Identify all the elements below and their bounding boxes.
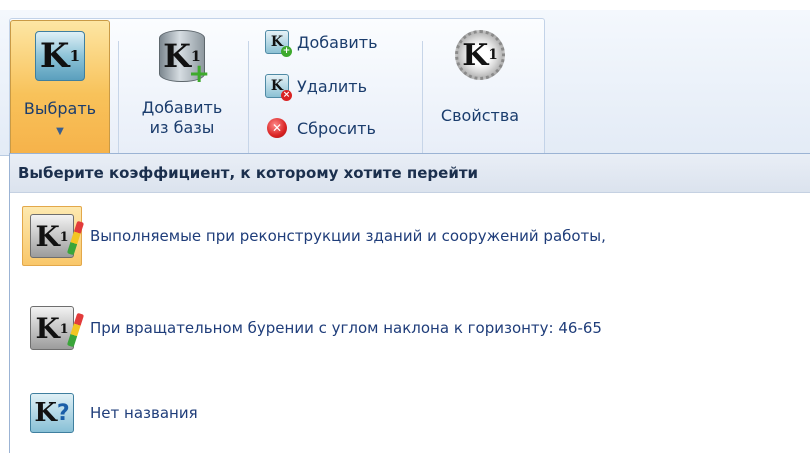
properties-button[interactable]: K1 Свойства [425,20,535,156]
coefficient-dropdown-menu: Выберите коэффициент, к которому хотите … [9,153,810,453]
group-separator [422,41,423,159]
menu-item-reconstruction[interactable]: K1 Выполняемые при реконструкции зданий … [10,204,810,268]
chevron-down-icon[interactable]: ▼ [56,126,64,137]
add-button[interactable]: K + Добавить [265,28,378,57]
k1-edit-icon: K1 [30,214,85,258]
menu-item-rotary-drilling[interactable]: K1 При вращательном бурении с углом накл… [10,296,810,360]
menu-item-no-name[interactable]: K? Нет названия [10,381,810,445]
ribbon: K1 Выбрать ▼ K1 + Добавить из базы K + До… [0,10,810,159]
delete-button[interactable]: K × Удалить [265,72,367,101]
group-separator [118,41,119,159]
menu-item-icon-slot: K1 [22,206,85,266]
menu-item-label: Нет названия [90,404,198,422]
group-separator [248,41,249,159]
k1-database-add-icon: K1 + [159,30,210,89]
k-add-icon: K + [265,30,292,57]
select-button[interactable]: K1 Выбрать ▼ [10,20,110,156]
select-button-label: Выбрать [23,99,97,118]
add-from-db-label-2: из базы [149,118,215,137]
menu-header: Выберите коэффициент, к которому хотите … [10,154,810,193]
k1-coefficient-icon: K1 [35,31,85,81]
add-from-db-label-1: Добавить [141,98,223,117]
menu-item-label: При вращательном бурении с углом наклона… [90,319,602,337]
delete-button-label: Удалить [297,76,367,96]
k1-edit-icon: K1 [30,306,85,350]
add-from-database-button[interactable]: K1 + Добавить из базы [128,20,236,156]
menu-item-icon-slot: K? [22,383,82,443]
add-button-label: Добавить [297,32,378,52]
properties-button-label: Свойства [440,106,520,125]
reset-button[interactable]: ✕ Сбросить [265,114,376,142]
k-delete-icon: K × [265,74,292,101]
reset-icon: ✕ [267,118,287,138]
reset-button-label: Сбросить [297,118,376,138]
menu-item-icon-slot: K1 [22,298,85,358]
k1-gear-icon: K1 [455,30,505,80]
k-unknown-icon: K? [30,393,74,433]
menu-item-label: Выполняемые при реконструкции зданий и с… [90,227,606,245]
